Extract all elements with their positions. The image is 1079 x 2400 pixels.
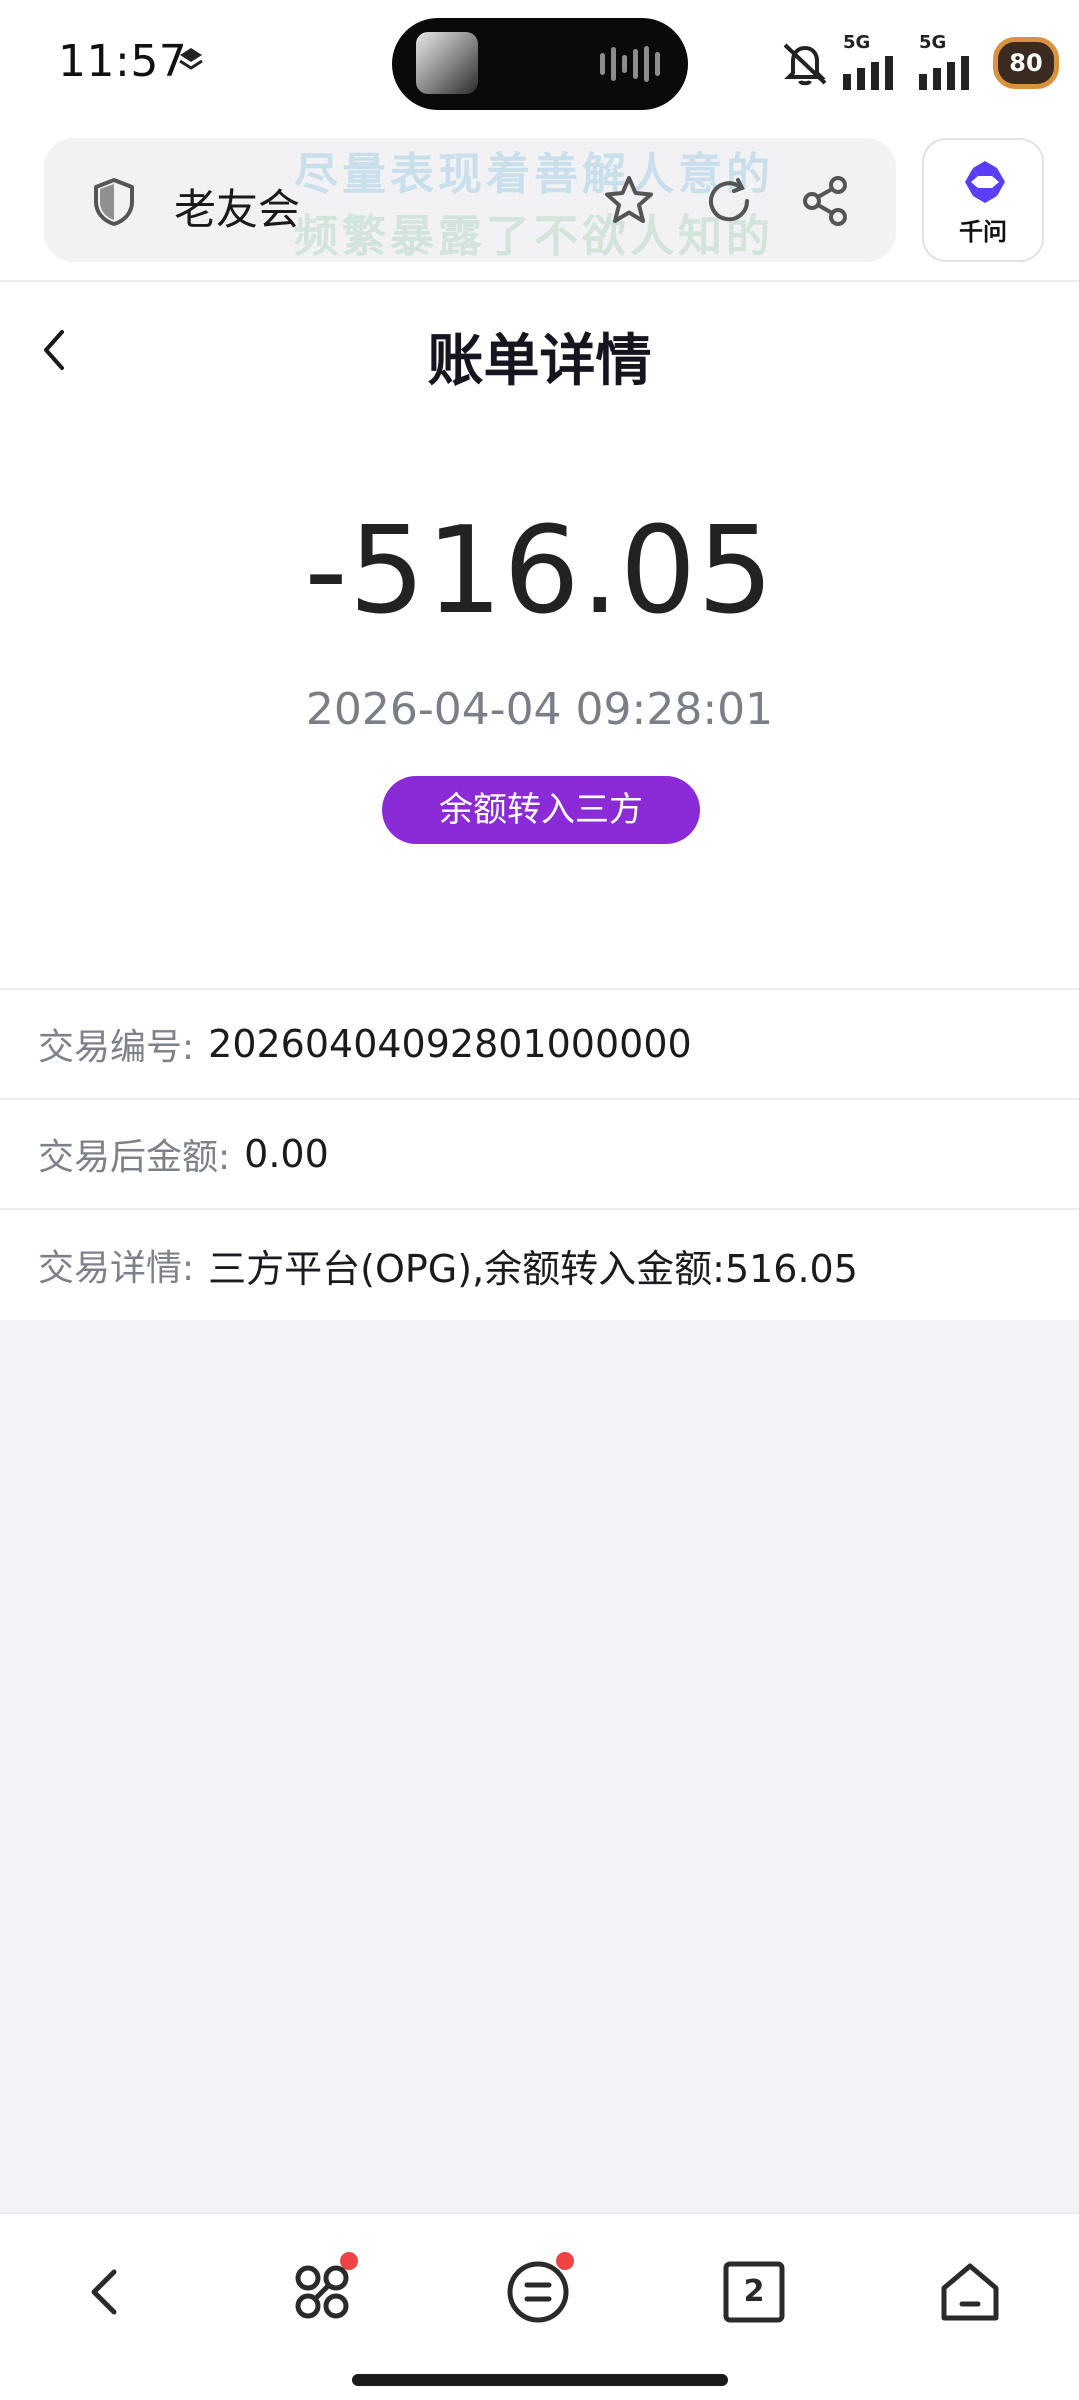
- bill-details: 交易编号: 20260404092801000000 交易后金额: 0.00 交…: [0, 990, 1079, 1320]
- detail-row-balance-after: 交易后金额: 0.00: [0, 1100, 1079, 1210]
- home-icon[interactable]: [932, 2254, 1008, 2330]
- menu-button[interactable]: [500, 2252, 576, 2330]
- detail-value: 三方平台(OPG),余额转入金额:516.05: [208, 1246, 858, 1291]
- detail-label: 交易编号:: [38, 1027, 195, 1068]
- qianwen-logo-icon: [965, 161, 1005, 203]
- detail-label: 交易详情:: [38, 1248, 195, 1289]
- back-icon[interactable]: [68, 2254, 144, 2330]
- status-bar: 11:57 5G 5G 80: [0, 0, 1079, 124]
- qianwen-assistant-button[interactable]: 千问: [922, 138, 1044, 262]
- notification-dot: [556, 2252, 574, 2270]
- detail-label: 交易后金额:: [38, 1137, 231, 1178]
- network-2-label: 5G: [919, 32, 947, 53]
- home-indicator[interactable]: [352, 2374, 728, 2386]
- detail-value: 20260404092801000000: [208, 1022, 692, 1066]
- status-right: 5G 5G 80: [779, 28, 1059, 98]
- signal-1: 5G: [841, 34, 907, 92]
- site-name[interactable]: 老友会: [174, 176, 300, 237]
- browser-bar: 老友会 尽量表现着善解人意的 频繁暴露了不欲人知的 千问: [0, 124, 1079, 282]
- detail-value: 0.00: [244, 1132, 329, 1176]
- star-icon[interactable]: [600, 172, 658, 230]
- bill-datetime: 2026-04-04 09:28:01: [305, 684, 774, 735]
- music-thumbnail[interactable]: [416, 32, 478, 94]
- signal-icon: [919, 56, 969, 90]
- app-root: 11:57 5G 5G 80 老友会 尽量表现着善解人意的 频繁暴露了不欲人知的…: [0, 0, 1079, 2400]
- bill-summary: -516.05 2026-04-04 09:28:01 余额转入三方: [0, 416, 1079, 990]
- bill-amount: -516.05: [304, 502, 775, 641]
- location-icon: [179, 48, 203, 70]
- qianwen-label: 千问: [959, 218, 1007, 246]
- mute-icon: [783, 43, 827, 86]
- tab-count: 2: [743, 2274, 765, 2309]
- tabs-button[interactable]: 2: [716, 2254, 792, 2330]
- apps-button[interactable]: [284, 2252, 360, 2330]
- audio-wave-icon: [600, 46, 660, 82]
- page-title: 账单详情: [427, 329, 652, 394]
- bottom-navigation: 2: [0, 2212, 1079, 2400]
- signal-2: 5G: [917, 34, 983, 92]
- detail-row-description: 交易详情: 三方平台(OPG),余额转入金额:516.05: [0, 1210, 1079, 1320]
- dynamic-island[interactable]: [392, 18, 688, 110]
- battery-icon: 80: [993, 37, 1059, 89]
- detail-row-transaction-id: 交易编号: 20260404092801000000: [0, 990, 1079, 1100]
- page-header: 账单详情: [0, 282, 1079, 416]
- shield-icon[interactable]: [90, 176, 138, 228]
- notification-dot: [340, 2252, 358, 2270]
- reload-icon[interactable]: [700, 172, 758, 230]
- status-time: 11:57: [58, 36, 188, 87]
- transaction-type-badge: 余额转入三方: [382, 776, 700, 844]
- signal-icon: [843, 56, 893, 90]
- network-1-label: 5G: [843, 32, 871, 53]
- share-icon[interactable]: [796, 172, 854, 230]
- address-bar[interactable]: 老友会 尽量表现着善解人意的 频繁暴露了不欲人知的: [44, 138, 896, 262]
